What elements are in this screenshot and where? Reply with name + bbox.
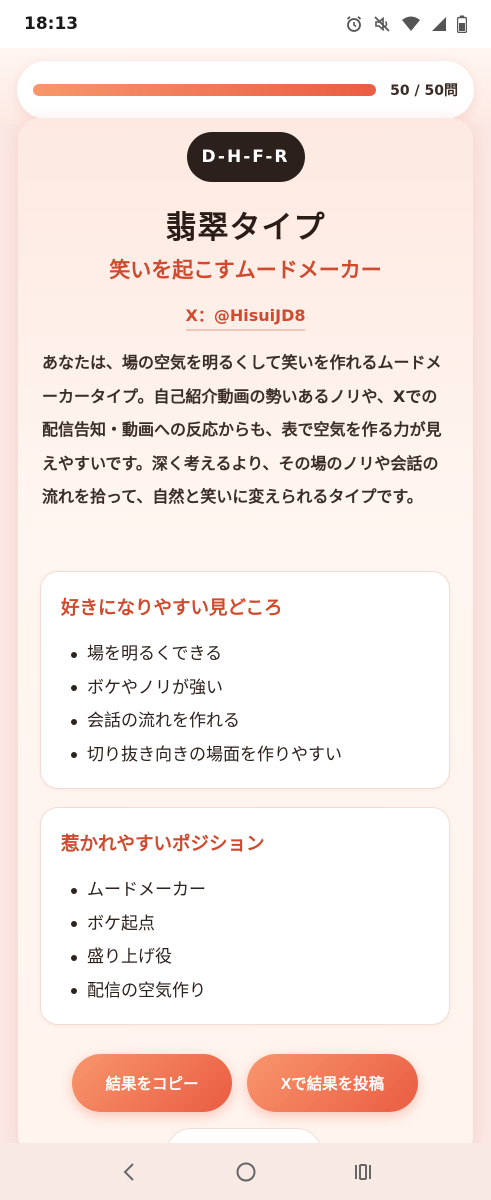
type-code-badge: D-H-F-R — [186, 132, 305, 182]
bullet-icon — [71, 988, 77, 995]
type-description: あなたは、場の空気を明るくして笑いを作れるムードメーカータイプ。自己紹介動画の勢… — [42, 353, 442, 506]
list-item: 会話の流れを作れる — [71, 705, 342, 739]
positions-title: 惹かれやすいポジション — [61, 834, 265, 855]
type-tagline: 笑いを起こすムードメーカー — [109, 258, 382, 282]
list-item: ボケやノリが強い — [71, 672, 342, 706]
list-item: 盛り上げ役 — [71, 941, 206, 975]
bullet-icon — [71, 954, 77, 961]
list-item: 切り抜き向きの場面を作りやすい — [71, 739, 342, 773]
positions-section: 惹かれやすいポジション ムードメーカー ボケ起点 盛り上げ役 配信の空気作り — [40, 807, 450, 1025]
bullet-icon — [71, 887, 77, 894]
battery-icon — [457, 15, 467, 33]
status-bar: 18:13 — [0, 0, 491, 48]
bullet-icon — [71, 685, 77, 692]
back-icon[interactable] — [118, 1161, 140, 1183]
list-item: ムードメーカー — [71, 874, 206, 908]
mute-icon — [374, 16, 390, 32]
list-item: ボケ起点 — [71, 908, 206, 942]
list-item: 場を明るくできる — [71, 638, 342, 672]
navigation-bar — [0, 1143, 491, 1200]
positions-list: ムードメーカー ボケ起点 盛り上げ役 配信の空気作り — [71, 874, 206, 1008]
bullet-icon — [71, 752, 77, 759]
status-time: 18:13 — [24, 14, 79, 34]
result-card: D-H-F-R 翡翠タイプ 笑いを起こすムードメーカー X：@HisuiJD8 … — [18, 118, 473, 1178]
alarm-icon — [346, 16, 362, 32]
progress-card: 50 / 50問 — [17, 61, 474, 119]
wifi-icon — [402, 16, 420, 31]
progress-header: 50 / 50問 — [0, 48, 491, 124]
post-to-x-button[interactable]: Xで結果を投稿 — [247, 1054, 418, 1112]
bullet-icon — [71, 921, 77, 928]
home-icon[interactable] — [235, 1161, 257, 1183]
copy-result-button[interactable]: 結果をコピー — [72, 1054, 232, 1112]
x-handle-row: X：@HisuiJD8 — [18, 302, 473, 331]
progress-bar — [33, 84, 377, 96]
progress-count: 50 / 50問 — [390, 83, 458, 99]
signal-icon — [432, 17, 446, 31]
highlights-list: 場を明るくできる ボケやノリが強い 会話の流れを作れる 切り抜き向きの場面を作り… — [71, 638, 342, 772]
x-handle-link[interactable]: X：@HisuiJD8 — [185, 302, 306, 331]
status-icons — [345, 15, 467, 33]
bullet-icon — [71, 651, 77, 658]
highlights-section: 好きになりやすい見どころ 場を明るくできる ボケやノリが強い 会話の流れを作れる… — [40, 571, 450, 789]
bullet-icon — [71, 718, 77, 725]
progress-bar-fill — [33, 84, 377, 96]
recents-icon[interactable] — [352, 1161, 374, 1183]
type-name: 翡翠タイプ — [165, 210, 326, 246]
highlights-title: 好きになりやすい見どころ — [61, 598, 283, 619]
list-item: 配信の空気作り — [71, 975, 206, 1009]
